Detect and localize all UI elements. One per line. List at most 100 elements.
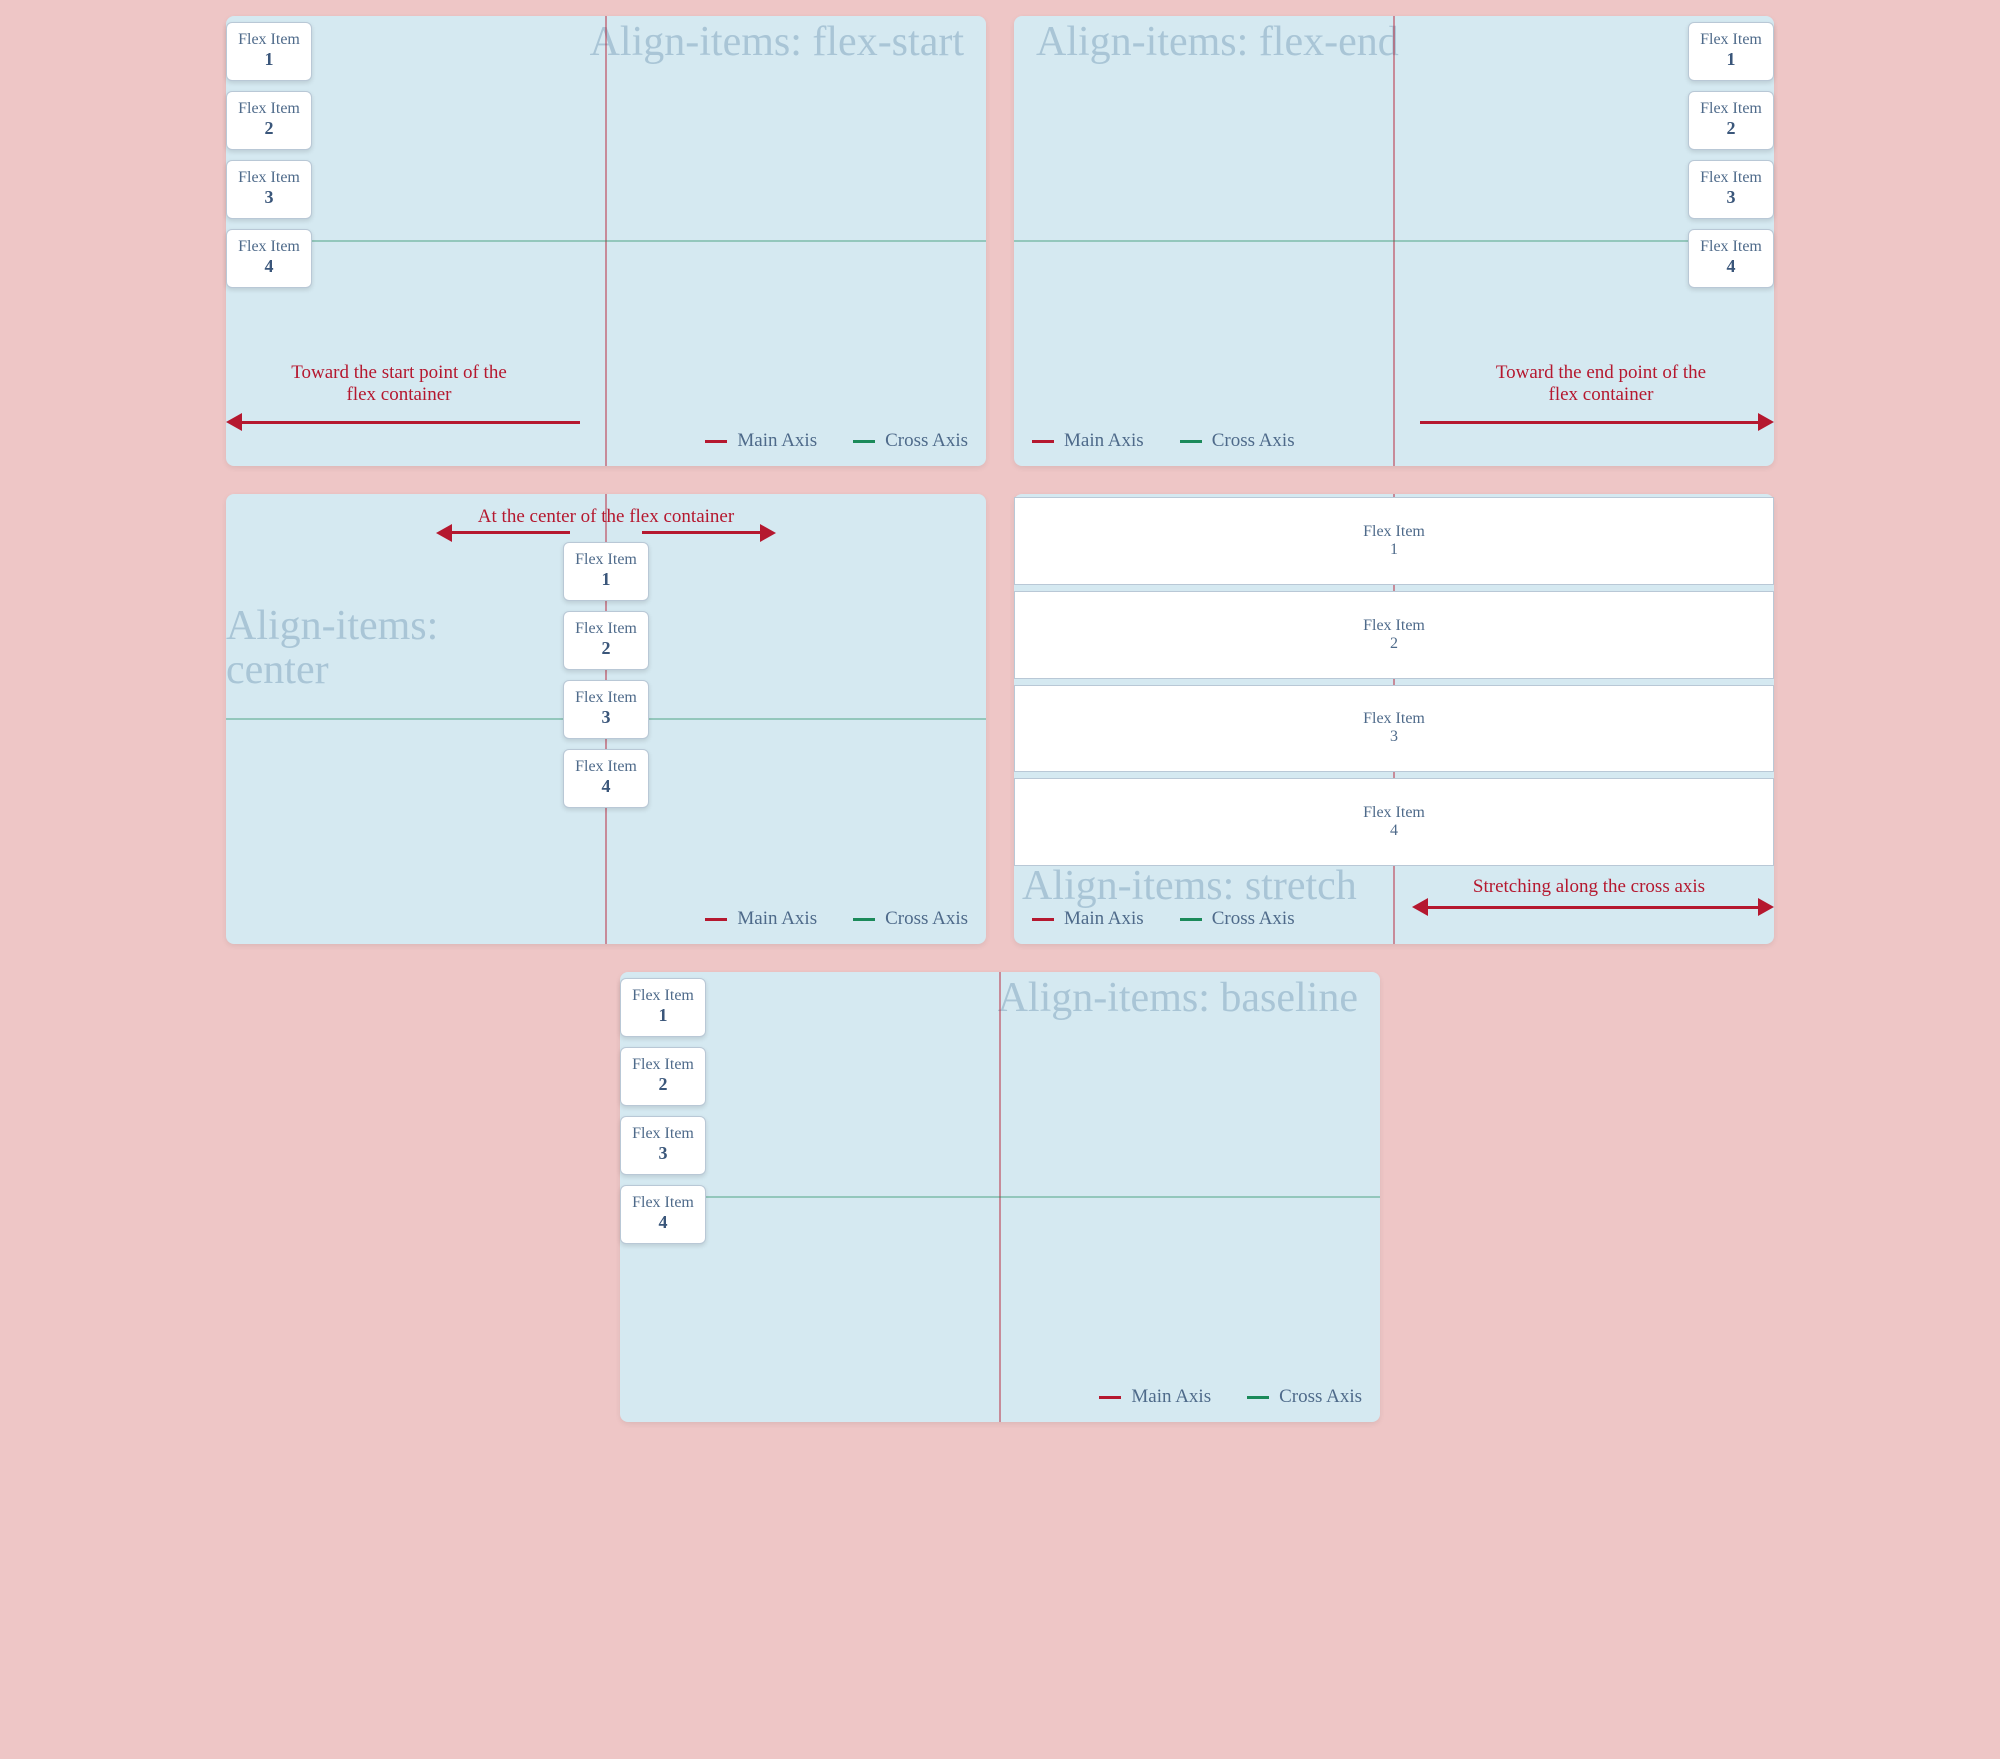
arrow-line [240, 421, 580, 424]
flex-item-number: 1 [1689, 49, 1773, 70]
flex-item-number: 3 [621, 1143, 705, 1164]
cross-axis-icon [853, 440, 875, 443]
panel-center: Align-items: center Flex Item1Flex Item2… [226, 494, 986, 944]
flex-item-number: 3 [227, 187, 311, 208]
flex-item-number: 2 [227, 118, 311, 139]
flex-items: Flex Item1Flex Item2Flex Item3Flex Item4 [620, 978, 706, 1244]
legend-cross: Cross Axis [853, 908, 968, 930]
flex-item-number: 1 [1390, 541, 1398, 559]
flex-item-number: 4 [1390, 822, 1398, 840]
flex-item-number: 3 [564, 707, 648, 728]
flex-item-number: 1 [621, 1005, 705, 1026]
flex-item-label: Flex Item [621, 1125, 705, 1143]
flex-item-label: Flex Item [1363, 710, 1425, 728]
flex-item-label: Flex Item [564, 758, 648, 776]
legend: Main Axis Cross Axis [1032, 908, 1295, 930]
flex-item-number: 4 [621, 1212, 705, 1233]
cross-axis-line [226, 240, 986, 242]
arrow-line-l [450, 531, 570, 534]
cross-axis-icon [853, 918, 875, 921]
legend-main: Main Axis [1099, 1386, 1211, 1408]
main-axis-icon [1099, 1396, 1121, 1399]
cross-axis-icon [1247, 1396, 1269, 1399]
flex-items-stretch: Flex Item1Flex Item2Flex Item3Flex Item4 [1014, 494, 1774, 869]
main-axis-icon [705, 918, 727, 921]
flex-item: Flex Item3 [620, 1116, 706, 1175]
flex-item: Flex Item4 [1014, 778, 1774, 866]
flex-item-label: Flex Item [564, 689, 648, 707]
flex-items: Flex Item1Flex Item2Flex Item3Flex Item4 [226, 22, 312, 288]
flex-item-label: Flex Item [1363, 804, 1425, 822]
arrow-line [1426, 906, 1760, 909]
flex-item-number: 3 [1689, 187, 1773, 208]
legend-cross: Cross Axis [1180, 908, 1295, 930]
flex-item-number: 1 [227, 49, 311, 70]
flex-item-number: 2 [621, 1074, 705, 1095]
flex-item: Flex Item3 [563, 680, 649, 739]
flex-item-number: 4 [1689, 256, 1773, 277]
legend-main: Main Axis [705, 430, 817, 452]
flex-item-number: 4 [227, 256, 311, 277]
legend-cross: Cross Axis [1180, 430, 1295, 452]
cross-axis-line [620, 1196, 1380, 1198]
cross-axis-icon [1180, 918, 1202, 921]
arrow-head-right-icon [1758, 898, 1774, 916]
flex-items: Flex Item1Flex Item2Flex Item3Flex Item4 [1688, 22, 1774, 288]
hint-text: Toward the start point of the flex conta… [244, 362, 554, 406]
main-axis-icon [1032, 440, 1054, 443]
panel-title: Align-items: flex-start [590, 20, 964, 64]
flex-item-number: 2 [1390, 635, 1398, 653]
legend-main: Main Axis [1032, 908, 1144, 930]
flex-item: Flex Item4 [620, 1185, 706, 1244]
panel-baseline: Align-items: baseline Flex Item1Flex Ite… [620, 972, 1380, 1422]
flex-item-label: Flex Item [621, 987, 705, 1005]
hint-text: Toward the end point of the flex contain… [1446, 362, 1756, 406]
legend-main: Main Axis [705, 908, 817, 930]
panel-title: Align-items: baseline [998, 976, 1358, 1020]
flex-item-number: 1 [564, 569, 648, 590]
cross-axis-icon [1180, 440, 1202, 443]
arrow-head-right-icon [760, 524, 776, 542]
flex-item: Flex Item4 [1688, 229, 1774, 288]
flex-item-number: 2 [1689, 118, 1773, 139]
flex-item-label: Flex Item [621, 1056, 705, 1074]
main-axis-icon [1032, 918, 1054, 921]
flex-item-label: Flex Item [1689, 238, 1773, 256]
flex-item: Flex Item2 [563, 611, 649, 670]
panel-title: Align-items: flex-end [1036, 20, 1399, 64]
hint-text: At the center of the flex container [426, 506, 786, 528]
flex-item: Flex Item4 [563, 749, 649, 808]
flex-item-label: Flex Item [564, 551, 648, 569]
flex-item-label: Flex Item [1689, 169, 1773, 187]
flex-item: Flex Item2 [1014, 591, 1774, 679]
flex-item-label: Flex Item [1363, 523, 1425, 541]
flex-item: Flex Item1 [226, 22, 312, 81]
panel-title: Align-items: stretch [1022, 864, 1357, 908]
diagram-grid: Align-items: flex-start Flex Item1Flex I… [16, 16, 1984, 1422]
legend: Main Axis Cross Axis [705, 430, 968, 452]
panel-stretch: Flex Item1Flex Item2Flex Item3Flex Item4… [1014, 494, 1774, 944]
arrow-head-right-icon [1758, 413, 1774, 431]
flex-item-label: Flex Item [227, 31, 311, 49]
flex-item: Flex Item3 [226, 160, 312, 219]
flex-items: Flex Item1Flex Item2Flex Item3Flex Item4 [563, 542, 649, 808]
flex-item-label: Flex Item [227, 238, 311, 256]
arrow-line-r [642, 531, 762, 534]
flex-item: Flex Item1 [563, 542, 649, 601]
flex-item-number: 3 [1390, 728, 1398, 746]
panel-flex-end: Align-items: flex-end Flex Item1Flex Ite… [1014, 16, 1774, 466]
flex-item-label: Flex Item [227, 169, 311, 187]
arrow-line [1420, 421, 1760, 424]
flex-item-label: Flex Item [621, 1194, 705, 1212]
main-axis-icon [705, 440, 727, 443]
flex-item: Flex Item3 [1014, 685, 1774, 773]
flex-item: Flex Item1 [1688, 22, 1774, 81]
flex-item: Flex Item3 [1688, 160, 1774, 219]
flex-item-label: Flex Item [564, 620, 648, 638]
cross-axis-line [1014, 240, 1774, 242]
panel-flex-start: Align-items: flex-start Flex Item1Flex I… [226, 16, 986, 466]
flex-item-label: Flex Item [227, 100, 311, 118]
flex-item-number: 2 [564, 638, 648, 659]
legend-cross: Cross Axis [853, 430, 968, 452]
flex-item: Flex Item1 [620, 978, 706, 1037]
